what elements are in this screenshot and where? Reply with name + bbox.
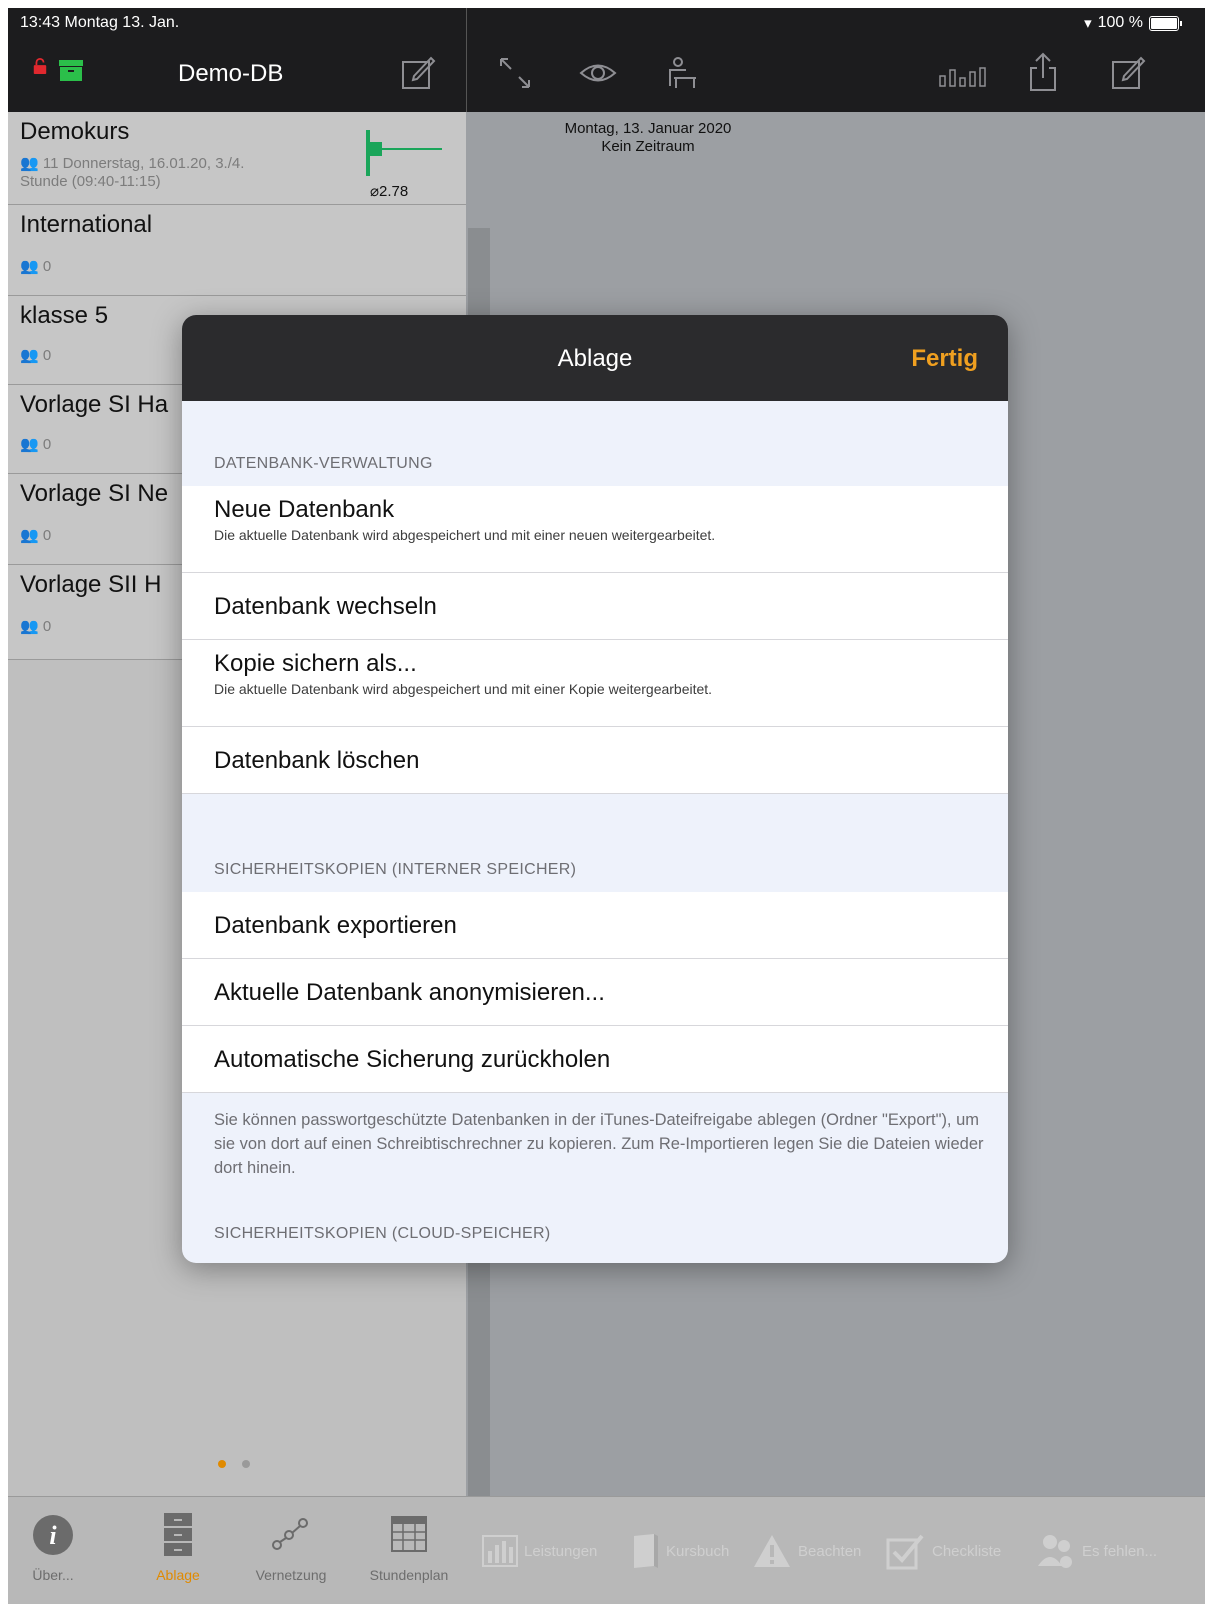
- lock-open-icon[interactable]: [32, 58, 48, 74]
- checkbox-icon: [886, 1534, 924, 1570]
- stats-icon[interactable]: [938, 66, 988, 88]
- course-title: Demokurs: [20, 118, 130, 145]
- course-title: Vorlage SII H: [20, 571, 162, 598]
- status-time: 13:43 Montag 13. Jan.: [20, 14, 180, 31]
- course-title: Vorlage SI Ha: [20, 391, 169, 418]
- people-icon: 👥: [20, 436, 39, 453]
- app-frame: 13:43 Montag 13. Jan. ▾ 100 % Demo-DB De…: [8, 8, 1205, 1604]
- menu-save-copy-as[interactable]: Kopie sichern als... Die aktuelle Datenb…: [182, 640, 1008, 727]
- tab-kursbuch[interactable]: Kursbuch: [630, 1531, 729, 1571]
- people-icon: 👥: [20, 155, 39, 172]
- menu-restore-auto-backup[interactable]: Automatische Sicherung zurückholen: [182, 1026, 1008, 1093]
- menu-switch-database[interactable]: Datenbank wechseln: [182, 573, 1008, 640]
- page-dot[interactable]: [242, 1460, 250, 1468]
- wifi-icon: ▾: [1084, 15, 1092, 32]
- menu-delete-database[interactable]: Datenbank löschen: [182, 727, 1008, 794]
- page-dot-active[interactable]: [218, 1460, 226, 1468]
- share-icon[interactable]: [1028, 52, 1058, 92]
- top-bar: 13:43 Montag 13. Jan. ▾ 100 % Demo-DB: [8, 8, 1205, 112]
- menu-new-database[interactable]: Neue Datenbank Die aktuelle Datenbank wi…: [182, 486, 1008, 573]
- section-header-internal-backups: SICHERHEITSKOPIEN (INTERNER SPEICHER): [214, 861, 577, 878]
- battery-icon: [1149, 15, 1182, 31]
- warning-icon: [754, 1535, 790, 1567]
- people-icon: 👥: [20, 258, 39, 275]
- course-info-line1: 👥 0: [20, 527, 52, 544]
- course-item-demokurs[interactable]: Demokurs 👥 11 Donnerstag, 16.01.20, 3./4…: [8, 112, 466, 205]
- itunes-export-note: Sie können passwortgeschützte Datenbanke…: [214, 1111, 984, 1177]
- course-info-line1: 👥 0: [20, 258, 52, 275]
- course-info-line1: 👥 0: [20, 436, 52, 453]
- course-title: klasse 5: [20, 302, 109, 329]
- menu-anonymize-database[interactable]: Aktuelle Datenbank anonymisieren...: [182, 959, 1008, 1026]
- archive-icon[interactable]: [58, 58, 84, 82]
- people-icon: 👥: [20, 527, 39, 544]
- network-icon: [272, 1518, 308, 1550]
- svg-text:i: i: [49, 1521, 57, 1550]
- tab-checkliste[interactable]: Checkliste: [886, 1531, 1001, 1571]
- expand-icon[interactable]: [498, 56, 532, 90]
- course-title: Vorlage SI Ne: [20, 480, 169, 507]
- course-item-international[interactable]: International 👥 0: [8, 205, 466, 296]
- people-icon: 👥: [20, 618, 39, 635]
- tab-info[interactable]: i Über...: [8, 1497, 98, 1604]
- people-icon: [1038, 1535, 1072, 1568]
- ablage-modal: Ablage Fertig DATENBANK-VERWALTUNG Neue …: [182, 315, 1008, 1263]
- tab-leistungen[interactable]: Leistungen: [482, 1531, 597, 1571]
- course-info-line1: 👥 11 Donnerstag, 16.01.20, 3./4.: [20, 155, 245, 172]
- course-title: International: [20, 211, 153, 238]
- calendar-icon: [391, 1516, 427, 1552]
- eye-icon[interactable]: [578, 56, 618, 90]
- info-icon: i: [33, 1515, 73, 1555]
- battery-percent: 100 %: [1097, 14, 1143, 31]
- cabinet-icon: [164, 1513, 192, 1556]
- section-header-cloud-backups: SICHERHEITSKOPIEN (CLOUD-SPEICHER): [214, 1225, 551, 1242]
- book-icon: [634, 1534, 658, 1568]
- done-button[interactable]: Fertig: [911, 345, 978, 373]
- tab-vernetzung[interactable]: Vernetzung: [246, 1497, 336, 1604]
- menu-export-database[interactable]: Datenbank exportieren: [182, 892, 1008, 959]
- course-average: ⌀2.78: [370, 183, 409, 200]
- teacher-desk-icon[interactable]: [666, 56, 700, 90]
- course-info-line1: 👥 0: [20, 347, 52, 364]
- tab-stundenplan[interactable]: Stundenplan: [364, 1497, 454, 1604]
- nav-title: Demo-DB: [178, 60, 284, 87]
- course-info-line2: Stunde (09:40-11:15): [20, 173, 161, 190]
- tab-beachten[interactable]: Beachten: [752, 1531, 861, 1571]
- status-right: ▾ 100 %: [1084, 14, 1182, 32]
- compose-icon[interactable]: [400, 54, 436, 90]
- section-header-db-management: DATENBANK-VERWALTUNG: [214, 455, 433, 472]
- tab-bar: i Über... Ablage Vernetzung Stundenplan …: [8, 1496, 1205, 1604]
- modal-header: Ablage Fertig: [182, 315, 1008, 401]
- bar-chart-icon: [482, 1535, 518, 1567]
- course-grade-chart: [366, 130, 442, 176]
- people-icon: 👥: [20, 347, 39, 364]
- modal-title: Ablage: [557, 345, 633, 372]
- detail-date: Montag, 13. Januar 2020 Kein Zeitraum: [564, 120, 732, 155]
- tab-ablage[interactable]: Ablage: [133, 1497, 223, 1604]
- tab-es-fehlen[interactable]: Es fehlen...: [1036, 1531, 1157, 1571]
- split-divider: [466, 8, 467, 112]
- course-info-line1: 👥 0: [20, 618, 52, 635]
- compose-icon-right[interactable]: [1110, 54, 1146, 90]
